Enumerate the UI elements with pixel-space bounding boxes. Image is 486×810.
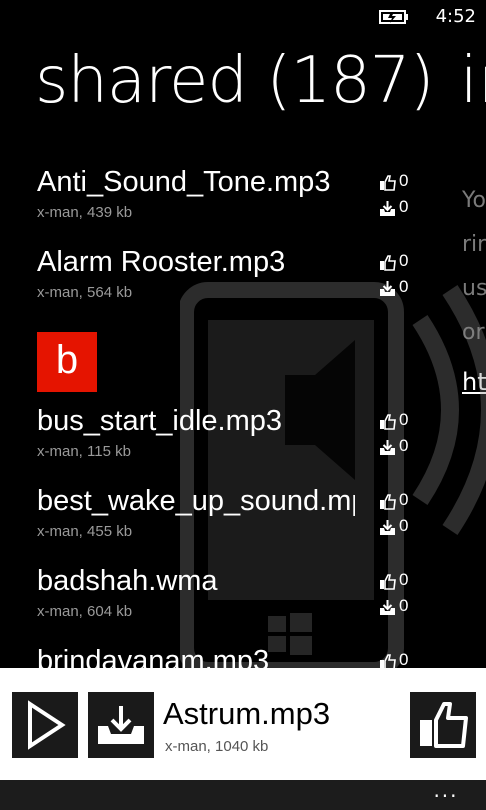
song-name: badshah.wma: [37, 565, 218, 597]
song-name: bus_start_idle.mp3: [37, 405, 283, 437]
like-count: 0: [379, 410, 419, 432]
page-title: shared (187): [35, 44, 434, 118]
song-meta: x-man, 455 kb: [37, 523, 133, 540]
download-button[interactable]: [88, 692, 154, 758]
thumbs-up-icon: [380, 175, 396, 191]
peek-text-line: Yo: [462, 188, 486, 213]
peek-text-line: rin: [462, 232, 486, 257]
download-count: 0: [379, 516, 419, 538]
song-list-item[interactable]: Anti_Sound_Tone.mp3 x-man, 439 kb 0 0: [37, 166, 408, 236]
thumbs-up-icon: [420, 702, 468, 748]
like-count: 0: [379, 570, 419, 592]
download-count: 0: [379, 197, 419, 219]
song-list-item[interactable]: bus_start_idle.mp3 x-man, 115 kb 0 0: [37, 405, 408, 475]
clock: 4:52: [435, 6, 476, 27]
app-bar: ...: [0, 780, 486, 810]
song-meta: x-man, 439 kb: [37, 204, 133, 221]
download-icon: [380, 600, 395, 615]
song-name: best_wake_up_sound.mp3: [37, 485, 355, 517]
download-icon: [98, 706, 144, 744]
more-options-button[interactable]: ...: [426, 780, 466, 810]
download-icon: [380, 201, 395, 216]
download-icon: [380, 440, 395, 455]
download-icon: [380, 281, 395, 296]
play-button[interactable]: [12, 692, 78, 758]
like-count: 0: [379, 171, 419, 193]
download-count: 0: [379, 596, 419, 618]
group-letter: b: [55, 338, 79, 382]
now-playing-title: Astrum.mp3: [163, 696, 331, 731]
song-name: Anti_Sound_Tone.mp3: [37, 166, 331, 198]
thumbs-up-icon: [380, 574, 396, 590]
group-header-b[interactable]: b: [37, 332, 97, 392]
thumbs-up-icon: [380, 255, 396, 271]
next-pivot-title[interactable]: ir: [460, 44, 486, 118]
thumbs-up-icon: [380, 414, 396, 430]
battery-charging-icon: [379, 10, 408, 24]
song-list-item[interactable]: best_wake_up_sound.mp3 x-man, 455 kb 0 0: [37, 485, 408, 555]
like-count: 0: [379, 490, 419, 512]
download-icon: [380, 520, 395, 535]
song-list-item[interactable]: badshah.wma x-man, 604 kb 0 0: [37, 565, 408, 635]
song-list-item[interactable]: Alarm Rooster.mp3 x-man, 564 kb 0 0: [37, 246, 408, 316]
song-meta: x-man, 604 kb: [37, 603, 133, 620]
song-meta: x-man, 564 kb: [37, 284, 133, 301]
status-bar: 4:52: [0, 0, 486, 34]
thumbs-up-icon: [380, 494, 396, 510]
play-icon: [28, 700, 66, 750]
like-count: 0: [379, 251, 419, 273]
song-name: Alarm Rooster.mp3: [37, 246, 286, 278]
song-meta: x-man, 115 kb: [37, 443, 131, 460]
download-count: 0: [379, 436, 419, 458]
now-playing-meta: x-man, 1040 kb: [165, 738, 269, 755]
like-button[interactable]: [410, 692, 476, 758]
now-playing-bar: Astrum.mp3 x-man, 1040 kb: [0, 668, 486, 780]
download-count: 0: [379, 277, 419, 299]
